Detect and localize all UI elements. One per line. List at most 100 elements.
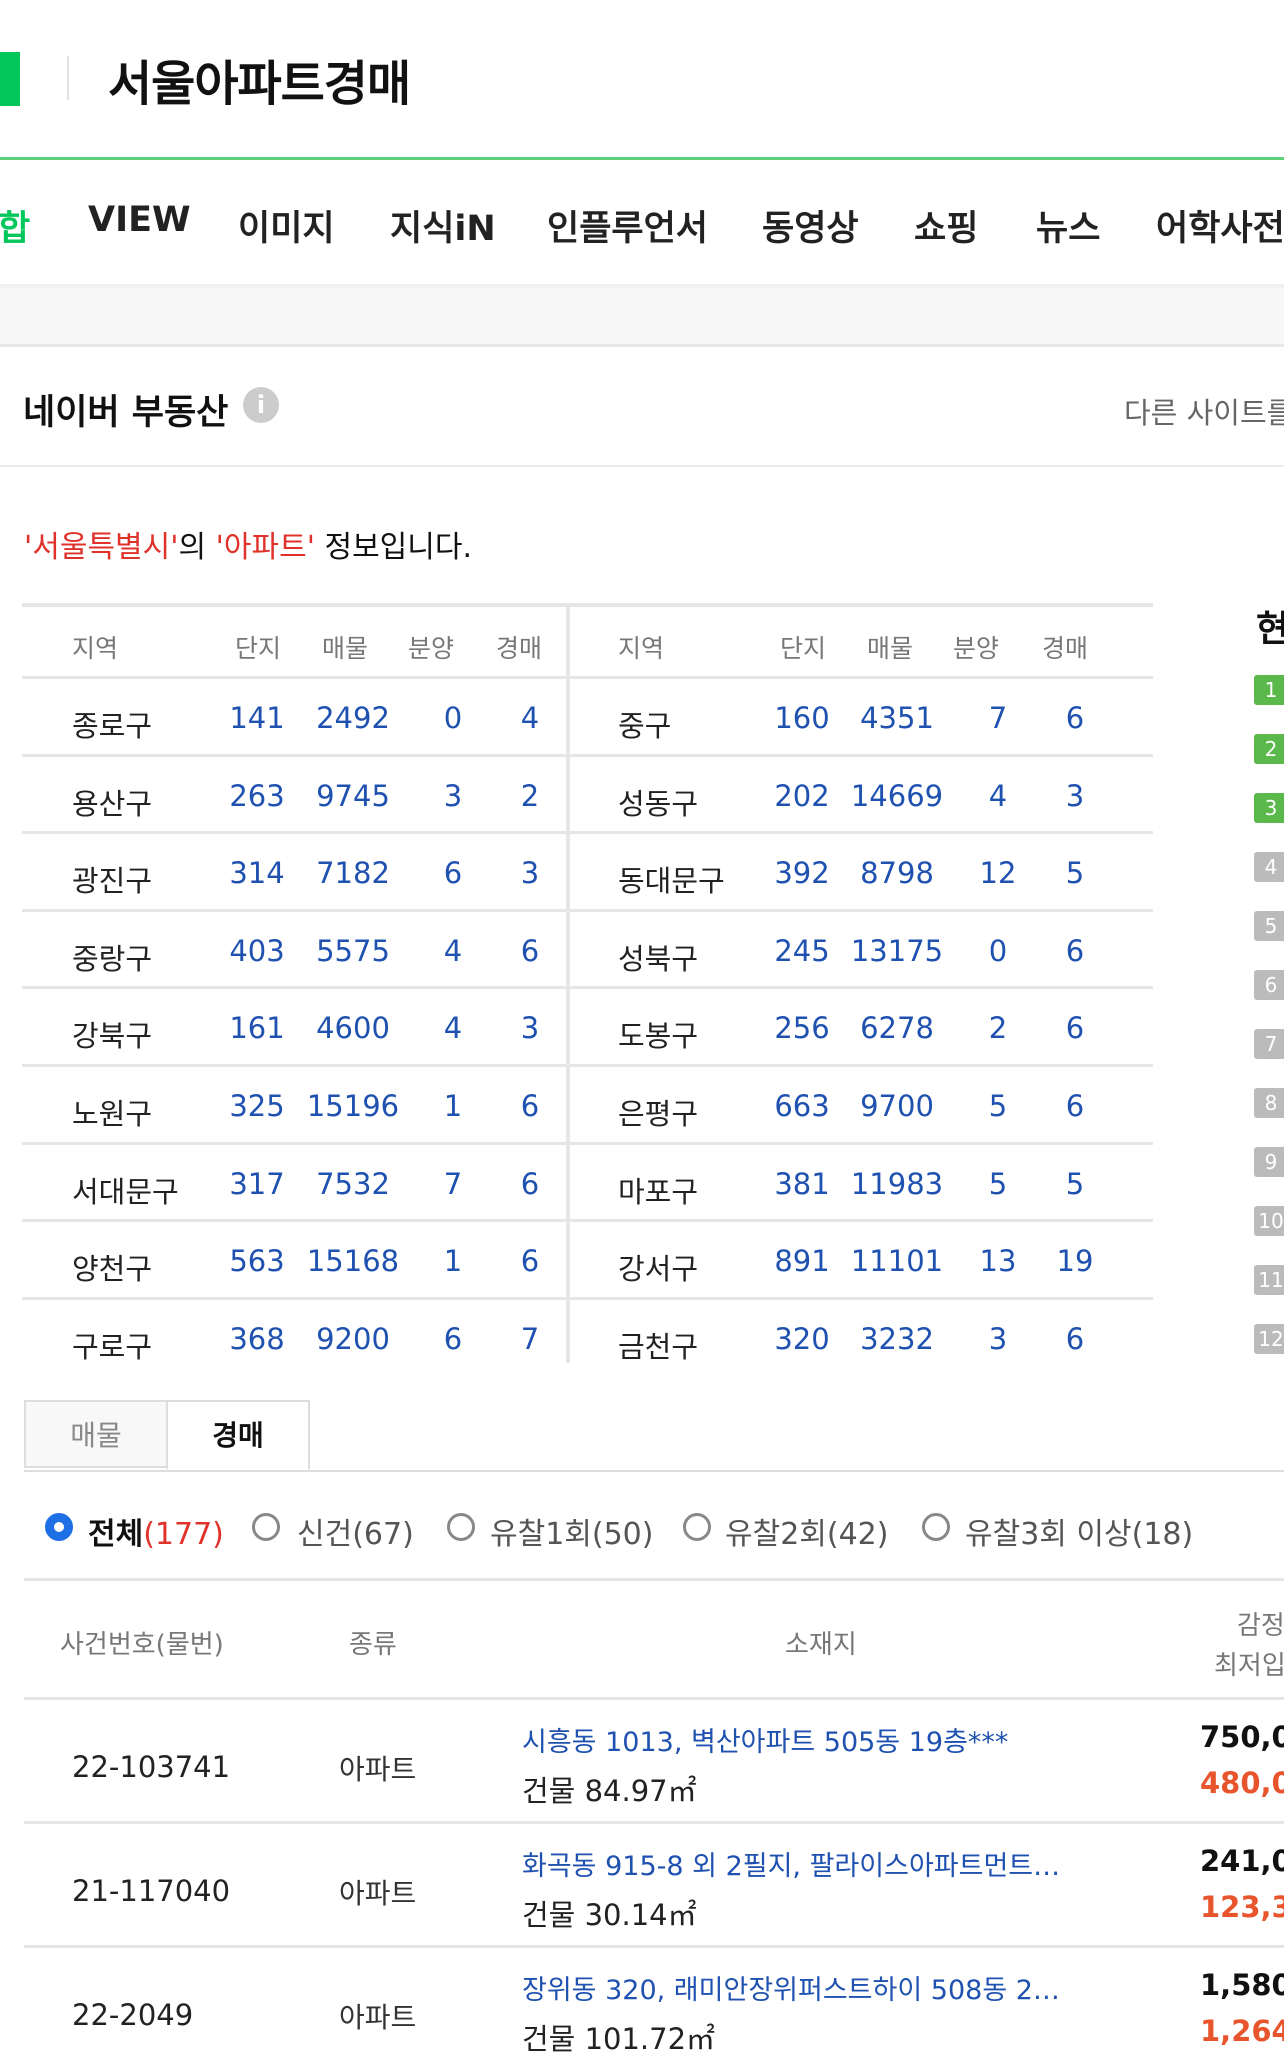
auction-count[interactable]: 6 — [1030, 934, 1120, 968]
tab-shopping[interactable]: 쇼핑 — [914, 200, 978, 251]
auction-count[interactable]: 7 — [485, 1322, 575, 1356]
subtab-listings[interactable]: 매물 — [24, 1400, 166, 1468]
complex-count[interactable]: 202 — [757, 779, 847, 813]
tab-influencer[interactable]: 인플루언서 — [547, 200, 708, 251]
listing-count[interactable]: 15168 — [298, 1244, 408, 1278]
tab-images[interactable]: 이미지 — [238, 200, 335, 251]
filter-new[interactable]: 신건(67) — [297, 1509, 414, 1553]
complex-count[interactable]: 320 — [757, 1322, 847, 1356]
listing-count[interactable]: 15196 — [298, 1089, 408, 1123]
listing-count[interactable]: 9745 — [298, 779, 408, 813]
auction-count[interactable]: 6 — [485, 1167, 575, 1201]
listing-count[interactable]: 9700 — [842, 1089, 952, 1123]
header-complex: 단지 — [780, 634, 827, 663]
auction-count[interactable]: 6 — [485, 1089, 575, 1123]
listing-count[interactable]: 11983 — [842, 1167, 952, 1201]
listing-count[interactable]: 8798 — [842, 856, 952, 890]
section-divider — [0, 465, 1284, 467]
region-table-divider — [566, 607, 570, 1363]
complex-count[interactable]: 403 — [212, 934, 302, 968]
auction-count[interactable]: 4 — [485, 701, 575, 735]
auction-count[interactable]: 19 — [1030, 1244, 1120, 1278]
complex-count[interactable]: 563 — [212, 1244, 302, 1278]
region-name: 마포구 — [618, 1174, 699, 1209]
address-link[interactable]: 화곡동 915-8 외 2필지, 팔라이스아파트먼트… — [522, 1844, 1060, 1883]
filter-fail2-radio[interactable] — [683, 1513, 711, 1541]
complex-count[interactable]: 381 — [757, 1167, 847, 1201]
auction-table-header: 사건번호(물번) 종류 소재지 감정 최저입 — [24, 1581, 1284, 1697]
auction-count[interactable]: 6 — [1030, 701, 1120, 735]
complex-count[interactable]: 314 — [212, 856, 302, 890]
listing-count[interactable]: 9200 — [298, 1322, 408, 1356]
auction-count[interactable]: 3 — [485, 1011, 575, 1045]
listing-count[interactable]: 4351 — [842, 701, 952, 735]
auction-count[interactable]: 6 — [1030, 1011, 1120, 1045]
auction-count[interactable]: 3 — [485, 856, 575, 890]
header-presale: 분양 — [408, 634, 455, 663]
auction-count[interactable]: 6 — [1030, 1089, 1120, 1123]
subtab-auction[interactable]: 경매 — [166, 1400, 310, 1470]
listing-count[interactable]: 13175 — [842, 934, 952, 968]
filter-fail1[interactable]: 유찰1회(50) — [490, 1509, 653, 1553]
tab-news[interactable]: 뉴스 — [1036, 200, 1100, 251]
other-site-link[interactable]: 다른 사이트를 — [1124, 390, 1284, 432]
region-row: 서대문구 317 7532 7 6 마포구 381 11983 5 5 — [22, 1141, 1153, 1222]
auction-count[interactable]: 6 — [485, 1244, 575, 1278]
complex-count[interactable]: 256 — [757, 1011, 847, 1045]
complex-count[interactable]: 263 — [212, 779, 302, 813]
listing-count[interactable]: 2492 — [298, 701, 408, 735]
region-name: 노원구 — [72, 1097, 153, 1131]
complex-count[interactable]: 160 — [757, 701, 847, 735]
listing-count[interactable]: 14669 — [842, 779, 952, 813]
region-name: 강서구 — [618, 1252, 699, 1287]
tab-video[interactable]: 동영상 — [762, 200, 859, 251]
tab-view[interactable]: VIEW — [88, 200, 191, 240]
tab-all[interactable]: 합 — [0, 200, 30, 251]
auction-count[interactable]: 6 — [485, 934, 575, 968]
property-type: 아파트 — [339, 1753, 417, 1786]
listing-count[interactable]: 4600 — [298, 1011, 408, 1045]
filter-all-radio[interactable] — [45, 1513, 73, 1541]
filter-fail3plus[interactable]: 유찰3회 이상(18) — [965, 1509, 1193, 1553]
auction-count[interactable]: 2 — [485, 779, 575, 813]
section-title[interactable]: 네이버 부동산 — [23, 384, 228, 435]
rank-badge: 2 — [1254, 734, 1284, 764]
complex-count[interactable]: 392 — [757, 856, 847, 890]
search-query-text[interactable]: 서울아파트경매 — [108, 44, 411, 114]
tab-dictionary[interactable]: 어학사전 — [1156, 200, 1284, 251]
rank-badge: 3 — [1254, 793, 1284, 823]
complex-count[interactable]: 141 — [212, 701, 302, 735]
filter-fail1-radio[interactable] — [447, 1513, 475, 1541]
listing-count[interactable]: 11101 — [842, 1244, 952, 1278]
complex-count[interactable]: 245 — [757, 934, 847, 968]
header-auction: 경매 — [496, 634, 543, 663]
naver-logo-icon[interactable] — [0, 52, 20, 106]
filter-fail3-radio[interactable] — [922, 1513, 950, 1541]
filter-all[interactable]: 전체(177) — [88, 1509, 224, 1553]
auction-count[interactable]: 6 — [1030, 1322, 1120, 1356]
filter-fail2[interactable]: 유찰2회(42) — [725, 1509, 888, 1553]
complex-count[interactable]: 368 — [212, 1322, 302, 1356]
complex-count[interactable]: 663 — [757, 1089, 847, 1123]
listing-count[interactable]: 7532 — [298, 1167, 408, 1201]
complex-count[interactable]: 161 — [212, 1011, 302, 1045]
auction-count[interactable]: 5 — [1030, 1167, 1120, 1201]
auction-count[interactable]: 5 — [1030, 856, 1120, 890]
complex-count[interactable]: 891 — [757, 1244, 847, 1278]
filter-new-radio[interactable] — [252, 1513, 280, 1541]
address-link[interactable]: 장위동 320, 래미안장위퍼스트하이 508동 2… — [522, 1968, 1060, 2007]
complex-count[interactable]: 325 — [212, 1089, 302, 1123]
info-icon[interactable]: i — [243, 387, 279, 423]
listing-count[interactable]: 7182 — [298, 856, 408, 890]
region-name: 서대문구 — [72, 1174, 179, 1209]
tab-kin[interactable]: 지식iN — [390, 200, 496, 251]
address-link[interactable]: 시흥동 1013, 벽산아파트 505동 19층*** — [522, 1720, 1008, 1759]
building-area: 건물 101.72㎡ — [522, 2022, 716, 2056]
complex-count[interactable]: 317 — [212, 1167, 302, 1201]
auction-count[interactable]: 3 — [1030, 779, 1120, 813]
listing-count[interactable]: 5575 — [298, 934, 408, 968]
intro-part: 정보입니다. — [314, 530, 473, 565]
listing-count[interactable]: 6278 — [842, 1011, 952, 1045]
region-row: 강북구 161 4600 4 3 도봉구 256 6278 2 6 — [22, 986, 1153, 1066]
listing-count[interactable]: 3232 — [842, 1322, 952, 1356]
